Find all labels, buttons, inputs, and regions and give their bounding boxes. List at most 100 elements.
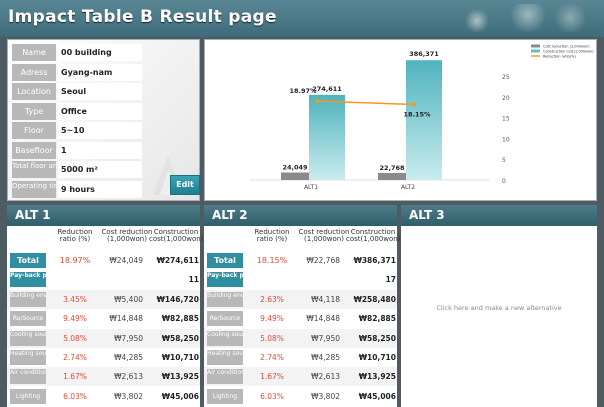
bar-cost-reduction	[378, 172, 406, 180]
alt1-panel: ALT 1 Reduction ratio (%) Cost reduction (…	[7, 205, 204, 407]
line-point	[315, 99, 319, 104]
alt2-panel: ALT 2 Reduction ratio (%) Cost reduction (…	[204, 205, 401, 407]
y-axis-tick-label: 10	[502, 136, 510, 143]
column-header-cost: Cost reduction (1,000won)	[101, 228, 153, 243]
reduction-ratio-cell: 1.67%	[260, 372, 284, 382]
column-header-construction: Construction cost(1,000won)	[149, 228, 204, 243]
y-axis-tick-label: 25	[502, 74, 510, 81]
table-row: Building envelop 2.63% ₩4,118 ₩258,480	[204, 290, 397, 309]
construction-cost-cell: ₩13,925	[358, 372, 396, 382]
construction-cost-cell: ₩10,710	[161, 353, 199, 362]
table-row: Air conditioning 1.67% ₩2,613 ₩13,925	[7, 367, 200, 386]
table-row: Pay-back period 11	[7, 270, 200, 289]
edit-button[interactable]: Edit	[170, 175, 200, 195]
cost-reduction-cell: ₩4,118	[311, 294, 340, 304]
reduction-ratio-cell: 9.49%	[63, 314, 87, 324]
building-info-panel: Name 00 building Adress Gyang-nam Location Se…	[7, 39, 200, 201]
construction-cost-cell: ₩10,710	[358, 353, 396, 362]
info-row-label: Name	[12, 44, 56, 61]
reduction-ratio-cell: 2.74%	[63, 353, 87, 362]
table-row: Cooling source 5.08% ₩7,950 ₩58,250	[7, 329, 200, 348]
row-label: Lighting	[10, 388, 46, 404]
bar-value-label: 24,049	[282, 164, 308, 172]
page-header: Impact Table B Result page	[0, 0, 604, 37]
table-header: Reduction ratio (%) Cost reduction (1,000…	[7, 226, 204, 251]
column-header-cost: Cost reduction (1,000won)	[298, 228, 350, 243]
bar-construction-cost	[406, 60, 442, 180]
alt1-title: ALT 1	[7, 205, 200, 226]
legend-swatch	[531, 49, 540, 53]
info-row: Floor 5~10	[12, 122, 192, 139]
new-alternative-link[interactable]: Click here and make a new alternative	[401, 304, 597, 312]
table-row: Lighting 6.03% ₩3,802 ₩45,006	[204, 387, 397, 406]
reduction-ratio-cell: 9.49%	[260, 314, 284, 324]
row-label: Heating source	[207, 350, 243, 365]
construction-cost-cell: ₩386,371	[353, 256, 396, 265]
construction-cost-cell: ₩13,925	[161, 372, 199, 382]
cost-reduction-cell: ₩2,613	[114, 372, 143, 382]
info-row-label: Floor	[12, 122, 56, 139]
line-value-label: 18.15%	[403, 110, 431, 118]
table-row: Cooling source 5.08% ₩7,950 ₩58,250	[204, 329, 397, 348]
cost-reduction-cell: ₩22,768	[306, 256, 340, 265]
reduction-ratio-cell: 18.15%	[256, 256, 288, 265]
y-axis-tick-label: 5	[502, 157, 506, 164]
cost-reduction-cell: ₩3,802	[311, 391, 340, 401]
info-row: Basefloor 1	[12, 141, 192, 159]
cost-reduction-cell: ₩14,848	[109, 314, 143, 324]
cost-reduction-cell: ₩14,848	[306, 314, 340, 324]
construction-cost-cell: ₩82,885	[161, 314, 199, 324]
info-row-label: Basefloor	[12, 141, 56, 159]
row-label: Pay-back period	[10, 272, 46, 288]
table-row: Re/Source 9.49% ₩14,848 ₩82,885	[7, 309, 200, 328]
row-label: Heating source	[10, 350, 46, 365]
table-row: Pay-back period 17	[204, 270, 397, 289]
reduction-ratio-cell: 6.03%	[63, 391, 87, 401]
row-label: Building envelop	[10, 291, 46, 307]
construction-cost-cell: 17	[385, 275, 396, 285]
cost-reduction-cell: ₩7,950	[311, 333, 340, 343]
reduction-ratio-cell: 6.03%	[260, 391, 284, 401]
bar-value-label: 22,768	[379, 164, 405, 172]
info-row-label: Adress	[12, 63, 56, 81]
alt3-title: ALT 3	[401, 205, 597, 226]
info-row-label: Location	[12, 83, 56, 100]
info-row: Type Office	[12, 102, 192, 120]
info-row-label: Type	[12, 102, 56, 120]
alt3-panel[interactable]: ALT 3 Click here and make a new alternat…	[401, 205, 597, 407]
y-axis-tick-label: 0	[502, 178, 506, 185]
info-row-value: 9 hours	[58, 180, 142, 198]
bar-construction-cost	[309, 94, 345, 180]
y-axis-tick-label: 20	[502, 95, 510, 102]
construction-cost-cell: ₩82,885	[358, 314, 396, 324]
construction-cost-cell: ₩258,480	[353, 294, 396, 304]
column-header-construction: Construction cost(1,000won)	[346, 228, 401, 243]
cost-reduction-cell: ₩2,613	[311, 372, 340, 382]
cost-reduction-cell: ₩4,285	[311, 353, 340, 362]
table-row: Lighting 6.03% ₩3,802 ₩45,006	[7, 387, 200, 406]
row-label: Cooling source	[207, 330, 243, 346]
column-header-ratio: Reduction ratio (%)	[254, 228, 290, 243]
reduction-ratio-cell: 1.67%	[63, 372, 87, 382]
info-row-value: 5000 m²	[58, 161, 142, 178]
info-row-value: 5~10	[58, 122, 142, 139]
info-row: Name 00 building	[12, 44, 192, 61]
reduction-ratio-cell: 5.08%	[260, 333, 284, 343]
table-row: Air conditioning 1.67% ₩2,613 ₩13,925	[204, 367, 397, 386]
info-row: Adress Gyang-nam	[12, 63, 192, 81]
row-label: Building envelop	[207, 291, 243, 307]
app-window: Impact Table B Result page Name 00 buildi…	[0, 0, 604, 407]
info-row-value: 00 building	[58, 44, 142, 61]
alt2-title: ALT 2	[204, 205, 397, 226]
info-row: Location Seoul	[12, 83, 192, 100]
info-row-value: Seoul	[58, 83, 142, 100]
row-label: Total	[207, 253, 243, 268]
reduction-ratio-cell: 2.63%	[260, 294, 284, 304]
line-value-label: 18.97%	[289, 87, 317, 95]
table-row: Total 18.97% ₩24,049 ₩274,611	[7, 251, 200, 270]
table-row: Heating source 2.74% ₩4,285 ₩10,710	[7, 348, 200, 367]
info-row-value: Gyang-nam	[58, 63, 142, 81]
cost-reduction-cell: ₩5,400	[114, 294, 143, 304]
table-row: Re/Source 9.49% ₩14,848 ₩82,885	[204, 309, 397, 328]
bar-value-label: 386,371	[409, 50, 439, 58]
